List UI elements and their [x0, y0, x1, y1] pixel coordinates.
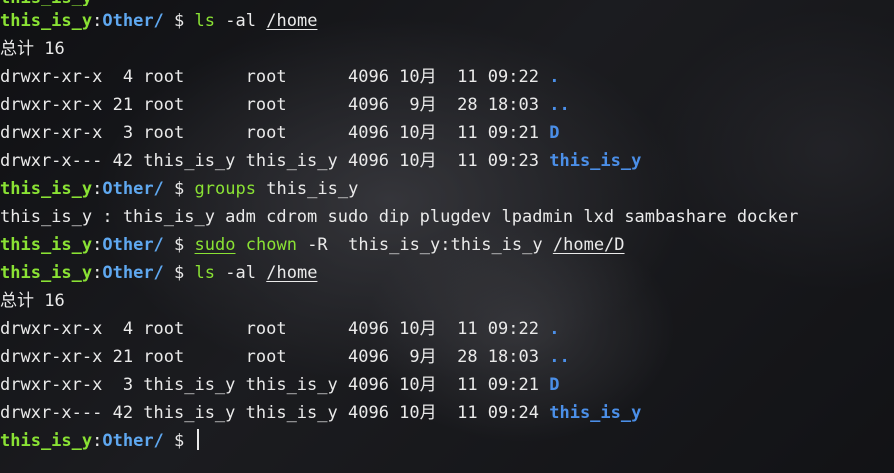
- listing-row-name: this_is_y: [549, 151, 642, 171]
- command-args-2: this_is_y:this_is_y: [348, 235, 543, 255]
- command-name: ls: [194, 11, 216, 31]
- command-name: ls: [194, 263, 216, 283]
- prompt-separator: :: [92, 431, 103, 451]
- listing-row: drwxr-xr-x 4 root root 4096 10月 11 09:22…: [0, 315, 894, 343]
- prompt-separator: :: [92, 179, 103, 199]
- prompt-user: this_is_y: [0, 431, 93, 451]
- text-cursor[interactable]: [196, 429, 199, 450]
- command-name-2: chown: [245, 235, 297, 255]
- prompt-symbol: $: [174, 235, 185, 255]
- prompt-symbol: $: [174, 431, 185, 451]
- prompt-user: this_is_y: [0, 179, 93, 199]
- command-args: -R: [307, 235, 328, 255]
- listing-row: drwxr-xr-x 3 this_is_y this_is_y 4096 10…: [0, 371, 894, 399]
- listing-row-info: drwxr-xr-x 3 this_is_y this_is_y 4096 10…: [0, 375, 539, 395]
- prompt-dir: Other/: [102, 431, 164, 451]
- prompt-separator: :: [92, 263, 103, 283]
- listing-row-name: D: [549, 123, 560, 143]
- listing-row-info: drwxr-xr-x 3 root root 4096 10月 11 09:21: [0, 123, 539, 143]
- command-path: /home: [266, 263, 318, 283]
- listing-row-info: drwxr-xr-x 4 root root 4096 10月 11 09:22: [0, 67, 539, 87]
- listing-row: drwxr-xr-x 21 root root 4096 9月 28 18:03…: [0, 91, 894, 119]
- prompt-symbol: $: [174, 263, 185, 283]
- listing-row: drwxr-xr-x 21 root root 4096 9月 28 18:03…: [0, 343, 894, 371]
- command-name: groups: [194, 179, 256, 199]
- active-prompt-line[interactable]: this_is_y:Other/ $: [0, 427, 894, 455]
- command-line: this_is_y:Other/ $ ls -al /home: [0, 7, 894, 35]
- prompt-user: this_is_y: [0, 263, 93, 283]
- listing-row-info: drwxr-x--- 42 this_is_y this_is_y 4096 1…: [0, 403, 539, 423]
- command-name: sudo: [194, 235, 236, 255]
- listing-total: 总计 16: [0, 291, 65, 311]
- prompt-dir: Other/: [102, 11, 164, 31]
- prompt-symbol: $: [174, 179, 185, 199]
- command-args: this_is_y: [266, 179, 359, 199]
- prompt-symbol: $: [174, 11, 185, 31]
- command-line: this_is_y:Other/ $ groups this_is_y: [0, 175, 894, 203]
- prompt-user: this_is_y: [0, 0, 140, 6]
- prompt-dir: Other/: [102, 263, 164, 283]
- listing-row-info: drwxr-xr-x 4 root root 4096 10月 11 09:22: [0, 319, 539, 339]
- prompt-dir: Other/: [102, 179, 164, 199]
- command-args: -al: [225, 11, 256, 31]
- listing-row-name: .: [549, 319, 560, 339]
- prompt-dir: Other/: [102, 235, 164, 255]
- listing-total: 总计 16: [0, 39, 65, 59]
- groups-output: this_is_y : this_is_y adm cdrom sudo dip…: [0, 207, 799, 227]
- terminal-output[interactable]: this_is_y:Other/ $ ls -al /home 总计 16 dr…: [0, 7, 894, 455]
- prompt-separator: :: [92, 235, 103, 255]
- prompt-user: this_is_y: [0, 235, 93, 255]
- command-args: -al: [225, 263, 256, 283]
- listing-row: drwxr-x--- 42 this_is_y this_is_y 4096 1…: [0, 399, 894, 427]
- prompt-separator: :: [92, 11, 103, 31]
- listing-row-info: drwxr-xr-x 21 root root 4096 9月 28 18:03: [0, 95, 539, 115]
- prompt-user: this_is_y: [0, 11, 93, 31]
- command-line: this_is_y:Other/ $ sudo chown -R this_is…: [0, 231, 894, 259]
- listing-row-name: ..: [549, 95, 570, 115]
- listing-row-name: .: [549, 67, 560, 87]
- scrolled-off-prompt: this_is_y: [0, 0, 140, 6]
- listing-row-name: ..: [549, 347, 570, 367]
- command-path: /home: [266, 11, 318, 31]
- command-path: /home/D: [552, 235, 625, 255]
- listing-row-info: drwxr-x--- 42 this_is_y this_is_y 4096 1…: [0, 151, 539, 171]
- listing-row: drwxr-xr-x 4 root root 4096 10月 11 09:22…: [0, 63, 894, 91]
- listing-row: drwxr-xr-x 3 root root 4096 10月 11 09:21…: [0, 119, 894, 147]
- listing-row-info: drwxr-xr-x 21 root root 4096 9月 28 18:03: [0, 347, 539, 367]
- listing-row: drwxr-x--- 42 this_is_y this_is_y 4096 1…: [0, 147, 894, 175]
- command-line: this_is_y:Other/ $ ls -al /home: [0, 259, 894, 287]
- listing-row-name: this_is_y: [549, 403, 642, 423]
- listing-row-name: D: [549, 375, 560, 395]
